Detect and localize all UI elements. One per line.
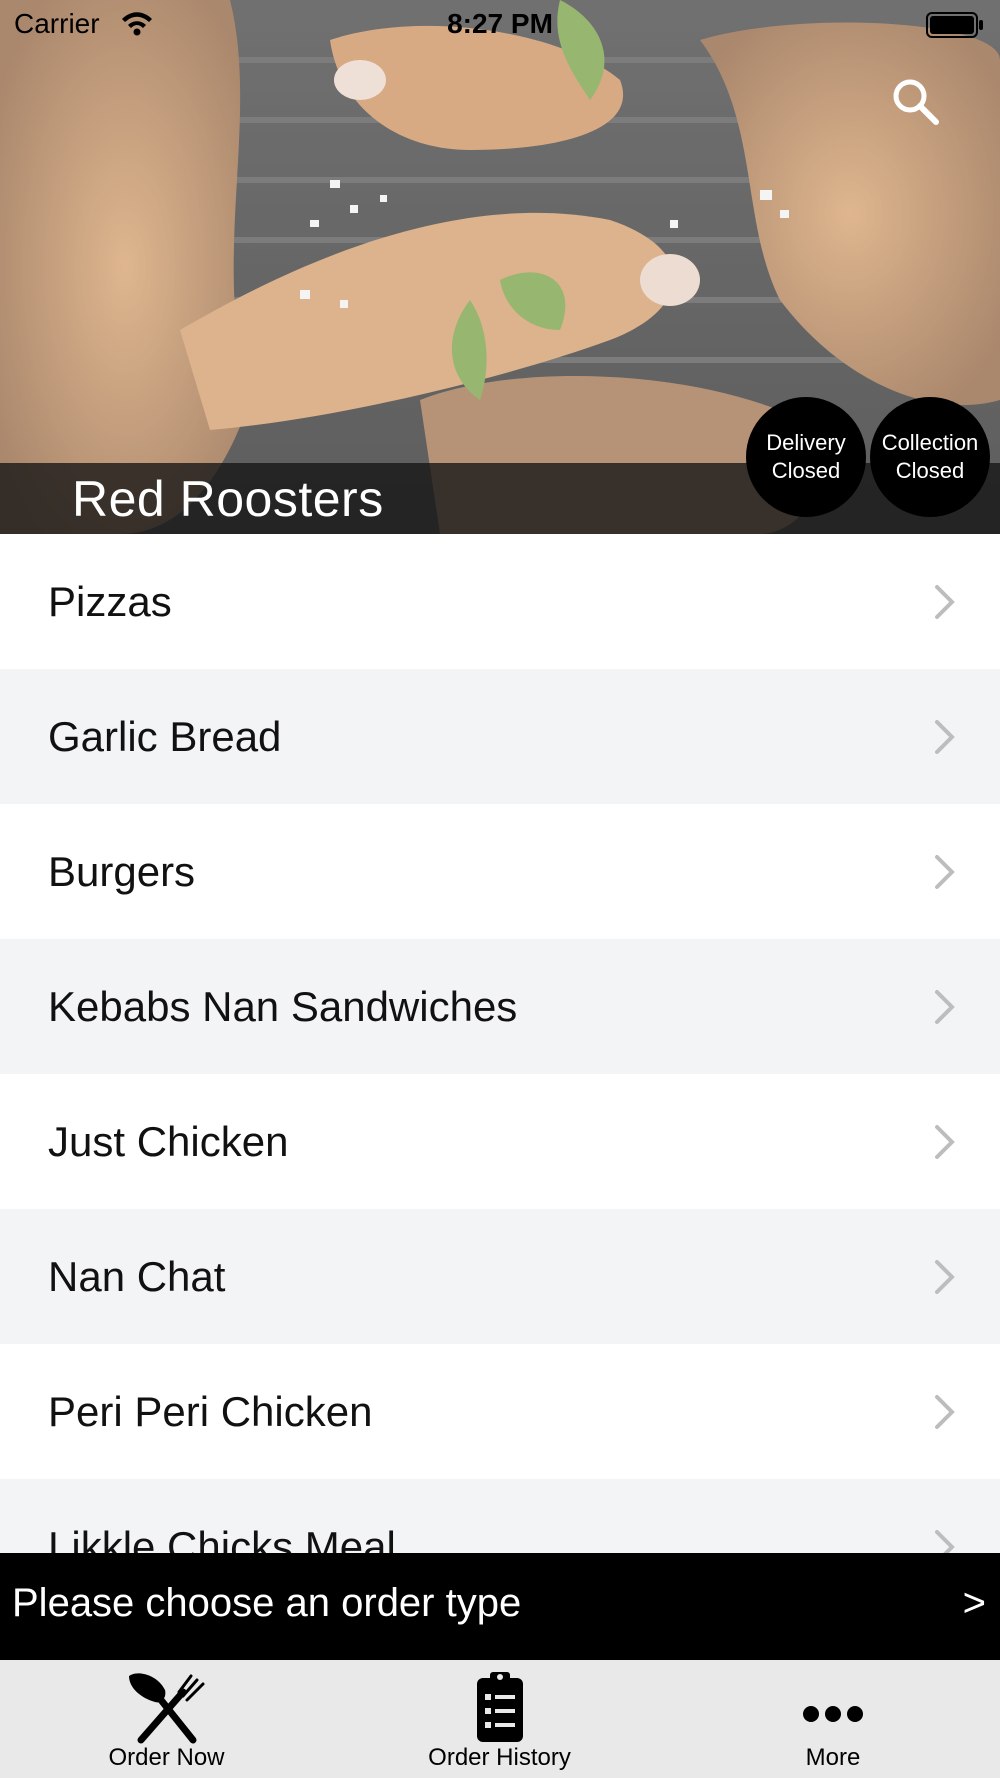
menu-category-list[interactable]: Pizzas Garlic Bread Burgers Kebabs Nan S… bbox=[0, 534, 1000, 1553]
chevron-right-icon bbox=[935, 584, 955, 619]
menu-category-row[interactable]: Just Chicken bbox=[0, 1074, 1000, 1209]
menu-category-label: Nan Chat bbox=[48, 1252, 226, 1300]
battery-icon bbox=[926, 12, 983, 38]
tab-more-label: More bbox=[805, 1744, 861, 1771]
restaurant-name: Red Roosters bbox=[72, 471, 384, 527]
menu-category-label: Garlic Bread bbox=[48, 712, 282, 760]
menu-category-row[interactable]: Burgers bbox=[0, 804, 1000, 939]
menu-category-label: Just Chicken bbox=[48, 1117, 289, 1165]
menu-category-row[interactable]: Peri Peri Chicken bbox=[0, 1344, 1000, 1479]
status-time: 8:27 PM bbox=[447, 8, 553, 39]
tab-order-now[interactable]: Order Now bbox=[0, 1660, 333, 1778]
menu-category-row[interactable]: Garlic Bread bbox=[0, 669, 1000, 804]
tab-order-history[interactable]: Order History bbox=[333, 1660, 666, 1778]
search-button[interactable] bbox=[888, 74, 944, 130]
delivery-badge-line2: Closed bbox=[771, 458, 841, 483]
chevron-right-icon bbox=[935, 989, 955, 1024]
tab-order-now-label: Order Now bbox=[108, 1744, 225, 1771]
tab-order-history-label: Order History bbox=[428, 1744, 571, 1771]
chevron-right-icon bbox=[935, 854, 955, 889]
status-bar: Carrier 8:27 PM bbox=[0, 0, 1000, 50]
tab-more[interactable]: More bbox=[666, 1660, 1000, 1778]
menu-category-row[interactable]: Pizzas bbox=[0, 534, 1000, 669]
collection-badge-line1: Collection bbox=[881, 430, 979, 455]
fork-knife-icon bbox=[128, 1673, 204, 1744]
collection-badge-line2: Closed bbox=[895, 458, 965, 483]
collection-status-badge: Collection Closed bbox=[870, 397, 990, 517]
menu-category-row[interactable]: Nan Chat bbox=[0, 1209, 1000, 1344]
menu-category-row[interactable]: Likkle Chicks Meal bbox=[0, 1479, 1000, 1553]
menu-category-label: Peri Peri Chicken bbox=[48, 1387, 373, 1435]
search-icon bbox=[893, 79, 939, 125]
delivery-badge-line1: Delivery bbox=[766, 430, 846, 455]
clipboard-icon bbox=[476, 1672, 523, 1742]
menu-category-label: Burgers bbox=[48, 847, 196, 895]
delivery-status-badge: Delivery Closed bbox=[746, 397, 866, 517]
bottom-tab-bar: Order Now Order History More bbox=[0, 1660, 1000, 1778]
hero-banner: Carrier 8:27 PM Red Roosters Delivery Cl… bbox=[0, 0, 1000, 534]
menu-category-label: Pizzas bbox=[48, 577, 172, 625]
menu-category-label: Kebabs Nan Sandwiches bbox=[48, 982, 518, 1030]
chevron-right-icon bbox=[935, 1394, 955, 1429]
chevron-right-icon bbox=[935, 719, 955, 754]
more-dots-icon bbox=[803, 1706, 863, 1722]
menu-category-row[interactable]: Kebabs Nan Sandwiches bbox=[0, 939, 1000, 1074]
chevron-right-icon bbox=[935, 1529, 955, 1553]
order-type-arrow: > bbox=[962, 1581, 986, 1625]
chevron-right-icon bbox=[935, 1259, 955, 1294]
chevron-right-icon bbox=[935, 1124, 955, 1159]
order-type-prompt: Please choose an order type bbox=[12, 1581, 522, 1625]
menu-category-label: Likkle Chicks Meal bbox=[48, 1522, 396, 1554]
choose-order-type-bar[interactable]: Please choose an order type > bbox=[0, 1553, 1000, 1660]
